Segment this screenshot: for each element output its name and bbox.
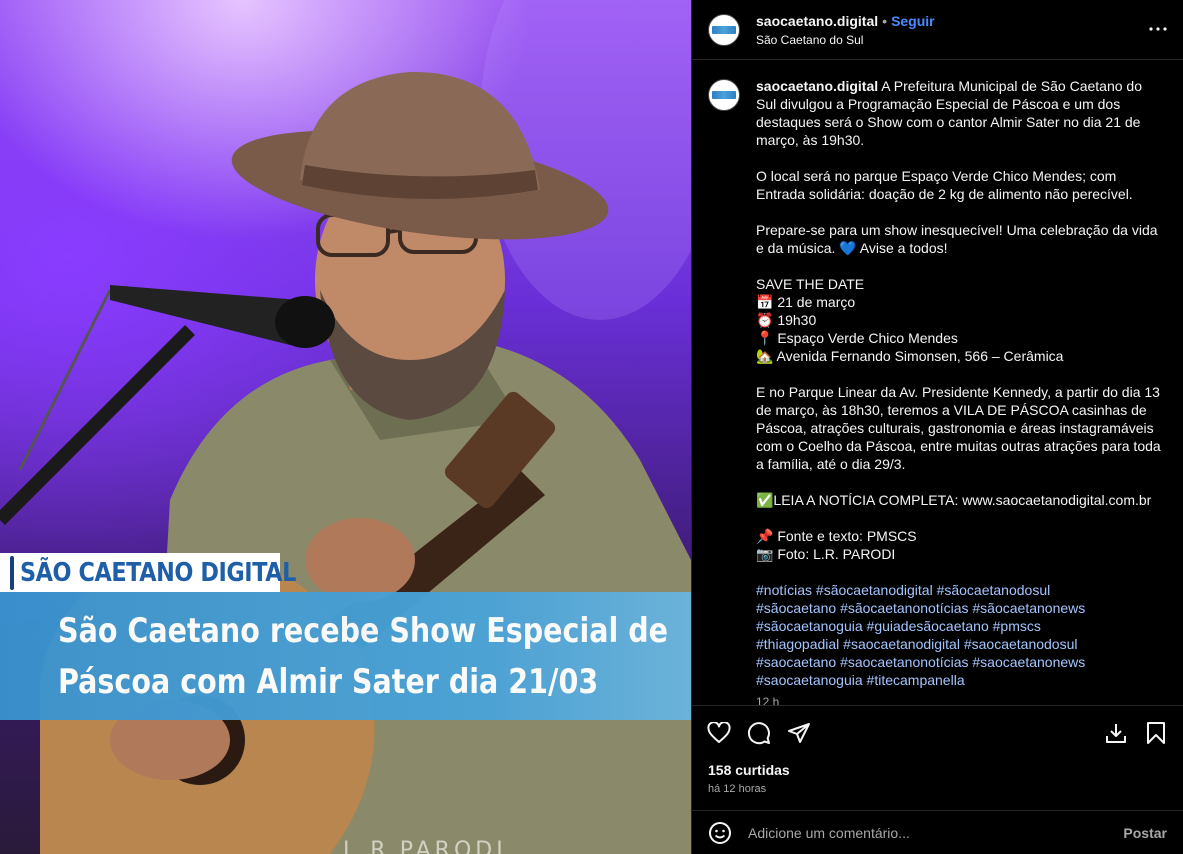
post-image[interactable]: SÃO CAETANO DIGITAL São Caetano recebe S… (0, 0, 691, 854)
concert-photo (0, 0, 691, 854)
comments-area[interactable]: saocaetano.digital A Prefeitura Municipa… (692, 61, 1183, 705)
header-username[interactable]: saocaetano.digital (756, 13, 878, 29)
more-horizontal-icon[interactable] (1149, 20, 1167, 31)
send-icon[interactable] (786, 720, 812, 746)
caption-prepare: Prepare-se para um show inesquecível! Um… (756, 222, 1158, 256)
avatar-logo (712, 25, 736, 34)
avatar[interactable] (708, 13, 740, 46)
emoji-icon[interactable] (708, 821, 732, 845)
follow-button[interactable]: Seguir (891, 13, 935, 29)
post-button[interactable]: Postar (1123, 825, 1167, 841)
bookmark-icon[interactable] (1143, 720, 1169, 746)
avatar-logo (712, 91, 736, 99)
phone-icon (10, 555, 14, 590)
caption-intro: saocaetano.digital A Prefeitura Municipa… (756, 77, 1166, 149)
post-panel: saocaetano.digital • Seguir São Caetano do… (691, 0, 1183, 854)
caption-username[interactable]: saocaetano.digital (756, 78, 878, 94)
comment-icon[interactable] (746, 720, 772, 746)
brand-text: SÃO CAETANO DIGITAL (20, 557, 296, 588)
post-time[interactable]: há 12 horas (708, 783, 766, 795)
headline-band: São Caetano recebe Show Especial de Pásc… (0, 592, 691, 720)
caption-hashtags[interactable]: #notícias #sãocaetanodigital #sãocaetano… (756, 581, 1166, 689)
location-link[interactable]: São Caetano do Sul (756, 33, 935, 47)
separator-dot: • (882, 12, 888, 29)
caption-avatar[interactable] (708, 79, 740, 111)
likes-count[interactable]: 158 curtidas (708, 762, 790, 778)
caption-time: 12 h (756, 695, 780, 705)
caption-save-the-date: SAVE THE DATE 📅 21 de março ⏰ 19h30 📍 Es… (756, 276, 1064, 364)
comment-input[interactable] (748, 824, 1124, 841)
action-bar (692, 705, 1183, 759)
photo-credit: L.R.PARODI (343, 838, 507, 854)
post-header: saocaetano.digital • Seguir São Caetano do… (692, 0, 1183, 60)
image-headline: São Caetano recebe Show Especial de Pásc… (58, 611, 669, 702)
caption-leia: ✅LEIA A NOTÍCIA COMPLETA: www.saocaetano… (756, 492, 1152, 508)
caption-fonte: 📌 Fonte e texto: PMSCS 📷 Foto: L.R. PARO… (756, 528, 917, 562)
caption-parque-linear: E no Parque Linear da Av. Presidente Ken… (756, 384, 1161, 472)
comment-bar: Postar (692, 810, 1183, 854)
download-icon[interactable] (1103, 720, 1129, 746)
heart-icon[interactable] (706, 720, 732, 746)
caption: saocaetano.digital A Prefeitura Municipa… (708, 77, 1167, 705)
brand-logo: SÃO CAETANO DIGITAL (0, 553, 296, 592)
caption-local: O local será no parque Espaço Verde Chic… (756, 168, 1133, 202)
